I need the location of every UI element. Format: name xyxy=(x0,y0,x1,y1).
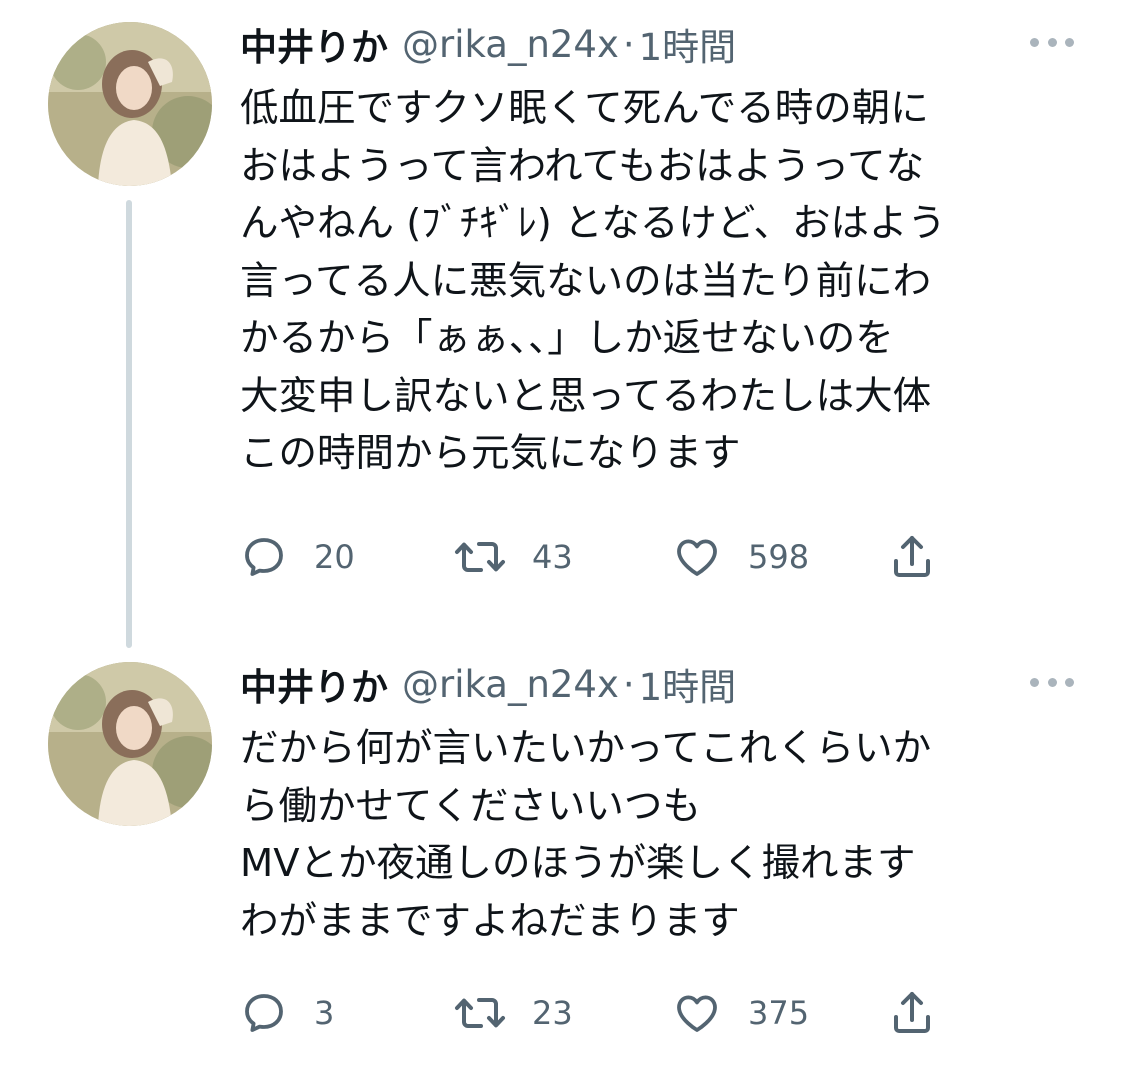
display-name[interactable]: 中井りか xyxy=(240,17,388,71)
tweet-text: だから何が言いたいかってこれくらいか ら働かせてくださいいつも MVとか夜通しの… xyxy=(240,720,1100,950)
like-count: 375 xyxy=(748,994,810,1032)
reply-icon xyxy=(245,994,283,1032)
like-button[interactable]: 598 xyxy=(672,532,809,582)
like-button[interactable]: 375 xyxy=(672,988,809,1038)
reply-icon xyxy=(245,538,283,576)
tweet-text-line: 言ってる人に悪気ないのは当たり前にわ xyxy=(240,258,932,304)
tweet-text: 低血圧ですクソ眠くて死んでる時の朝に おはようって言われてもおはようってな んや… xyxy=(240,80,1100,483)
tweet-header: 中井りか @rika_n24x · 1時間 xyxy=(240,18,736,70)
reply-count: 3 xyxy=(314,994,335,1032)
tweet-text-line: おはようって言われてもおはようってな xyxy=(240,143,925,189)
like-count: 598 xyxy=(748,538,810,576)
share-button[interactable] xyxy=(890,532,934,582)
tweet-text-line: 低血圧ですクソ眠くて死んでる時の朝に xyxy=(240,86,929,131)
avatar-photo xyxy=(48,22,212,186)
retweet-icon xyxy=(455,998,505,1028)
tweet-header: 中井りか @rika_n24x · 1時間 xyxy=(240,658,736,710)
heart-icon xyxy=(677,539,717,576)
retweet-count: 23 xyxy=(532,994,573,1032)
retweet-icon xyxy=(455,542,505,572)
separator-dot: · xyxy=(622,22,635,66)
separator-dot: · xyxy=(622,662,635,706)
heart-icon xyxy=(677,995,717,1032)
tweet-text-line: ら働かせてくださいいつも xyxy=(240,783,701,829)
user-handle[interactable]: @rika_n24x xyxy=(402,23,619,66)
retweet-button[interactable]: 23 xyxy=(454,988,573,1038)
tweet-text-line: かるから「ぁぁ、、」しか返せないのを xyxy=(240,316,894,361)
tweet-text-line: だから何が言いたいかってこれくらいか xyxy=(240,726,932,771)
avatar[interactable] xyxy=(48,662,212,826)
reply-button[interactable]: 3 xyxy=(240,988,334,1038)
timestamp[interactable]: 1時間 xyxy=(639,17,737,71)
display-name[interactable]: 中井りか xyxy=(240,657,388,711)
tweet[interactable]: 中井りか @rika_n24x · 1時間 低血圧ですクソ眠くて死んでる時の朝に… xyxy=(0,0,1125,648)
tweet-text-line: この時間から元気になります xyxy=(240,431,741,476)
tweet-text-line: 大変申し訳ないと思ってるわたしは大体 xyxy=(240,373,932,419)
tweet-text-line: んやねん (ﾌﾞﾁｷﾞﾚ) となるけど、おはよう xyxy=(240,201,946,246)
tweet-actions: 3 23 375 xyxy=(240,988,1000,1038)
reply-button[interactable]: 20 xyxy=(240,532,355,582)
timestamp[interactable]: 1時間 xyxy=(639,657,737,711)
more-horizontal-icon[interactable] xyxy=(1030,676,1074,688)
share-icon xyxy=(894,536,930,577)
reply-count: 20 xyxy=(314,538,355,576)
user-handle[interactable]: @rika_n24x xyxy=(402,663,619,706)
retweet-button[interactable]: 43 xyxy=(454,532,573,582)
avatar[interactable] xyxy=(48,22,212,186)
tweet-actions: 20 43 598 xyxy=(240,532,1000,582)
tweet[interactable]: 中井りか @rika_n24x · 1時間 だから何が言いたいかってこれくらいか… xyxy=(0,640,1125,1066)
retweet-count: 43 xyxy=(532,538,573,576)
more-horizontal-icon[interactable] xyxy=(1030,36,1074,48)
share-icon xyxy=(894,992,930,1033)
tweet-text-line: わがままですよねだまります xyxy=(240,898,740,944)
share-button[interactable] xyxy=(890,988,934,1038)
tweet-text-line: MVとか夜通しのほうが楽しく撮れます xyxy=(240,841,916,886)
thread-connector xyxy=(126,200,132,648)
avatar-photo xyxy=(48,662,212,826)
